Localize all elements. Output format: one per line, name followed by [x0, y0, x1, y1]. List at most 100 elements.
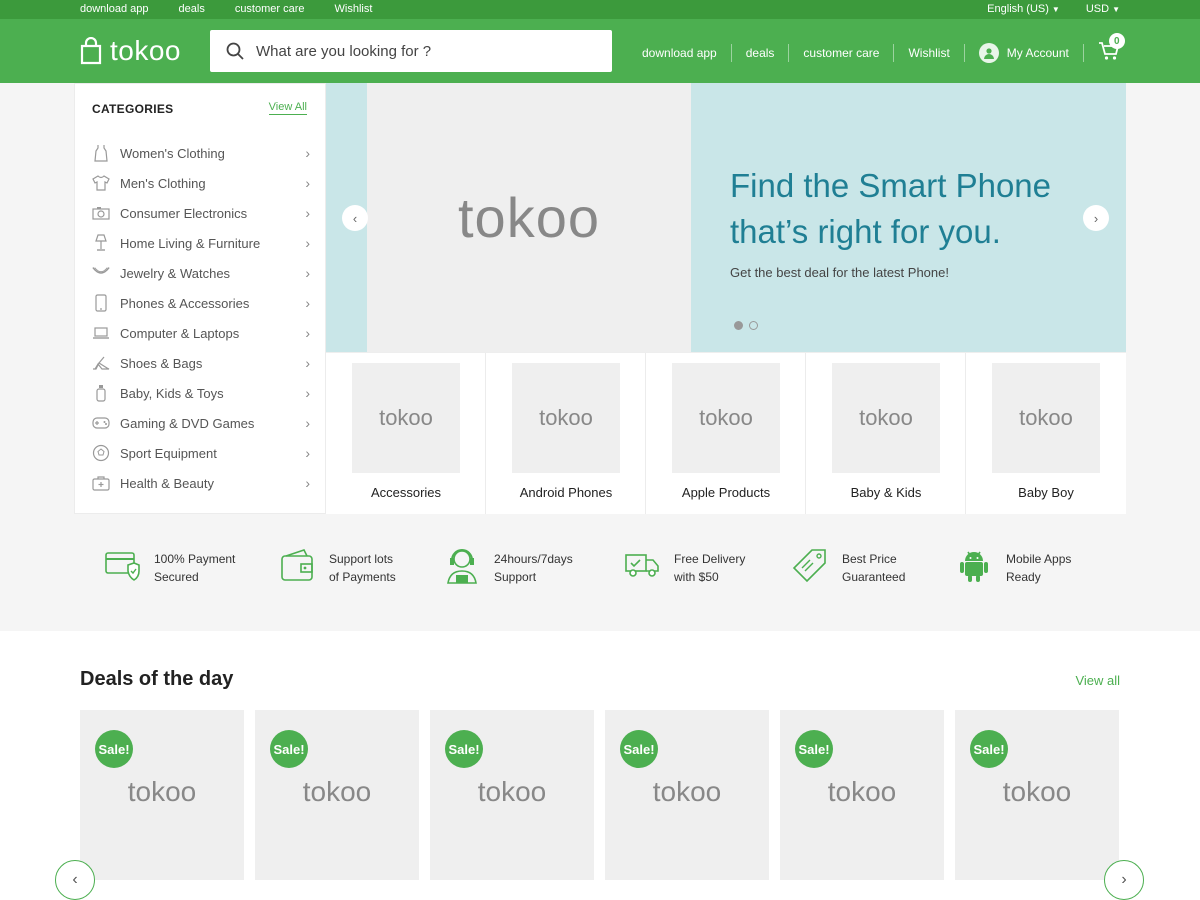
truck-icon [622, 545, 662, 585]
category-tile-accessories[interactable]: tokoo Accessories [326, 353, 486, 514]
wallet-icon [277, 545, 317, 585]
topbar-link-wishlist[interactable]: Wishlist [335, 3, 373, 15]
category-tile-android-phones[interactable]: tokoo Android Phones [486, 353, 646, 514]
deal-image-placeholder: tokoo [652, 776, 722, 807]
feature-line-1: Free Delivery [674, 552, 746, 566]
feature-free-delivery: Free Delivery with $50 [622, 545, 745, 586]
tile-label: Baby Boy [1018, 485, 1074, 500]
nav-deals[interactable]: deals [732, 43, 790, 62]
category-item-computer-laptops[interactable]: Computer & Laptops › [92, 318, 310, 348]
tile-label: Baby & Kids [850, 485, 922, 500]
feature-line-1: Best Price [842, 552, 897, 566]
category-label: Shoes & Bags [120, 355, 203, 371]
category-tile-baby-boy[interactable]: tokoo Baby Boy [966, 353, 1126, 514]
category-item-womens-clothing[interactable]: Women's Clothing › [92, 138, 310, 168]
feature-payment-secured: 100% Payment Secured [102, 545, 235, 586]
ball-icon [92, 444, 110, 462]
heel-icon [92, 354, 110, 372]
search-input[interactable] [256, 42, 576, 60]
slider-dot-2[interactable] [749, 321, 758, 330]
main-header: tokoo download app deals customer care W… [0, 19, 1200, 83]
feature-line-2: Guaranteed [842, 570, 906, 584]
shopping-bag-icon [80, 37, 102, 65]
site-logo[interactable]: tokoo [80, 35, 181, 67]
firstaid-icon [92, 474, 110, 492]
sale-badge: Sale! [795, 730, 833, 768]
chevron-right-icon: › [305, 265, 310, 281]
category-item-jewelry-watches[interactable]: Jewelry & Watches › [92, 258, 310, 288]
deals-next-button[interactable]: › [1104, 860, 1144, 900]
sale-badge: Sale! [970, 730, 1008, 768]
tile-image-placeholder: tokoo [832, 363, 940, 473]
deal-card[interactable]: Sale! tokoo [80, 710, 244, 880]
category-tile-apple-products[interactable]: tokoo Apple Products [646, 353, 806, 514]
currency-label: USD [1085, 3, 1110, 15]
category-label: Phones & Accessories [120, 295, 250, 311]
dress-icon [92, 144, 110, 162]
category-item-consumer-electronics[interactable]: Consumer Electronics › [92, 198, 310, 228]
my-account-label: My Account [1006, 45, 1069, 60]
cart-button[interactable]: 0 [1098, 33, 1125, 64]
deal-card[interactable]: Sale! tokoo [605, 710, 769, 880]
chevron-right-icon: › [305, 205, 310, 221]
language-selector[interactable]: English (US) ▼ [987, 3, 1060, 15]
chevron-right-icon: › [305, 475, 310, 491]
hero-prev-button[interactable]: ‹ [342, 205, 368, 231]
sale-badge: Sale! [95, 730, 133, 768]
sale-badge: Sale! [445, 730, 483, 768]
chevron-right-icon: › [305, 385, 310, 401]
deal-card[interactable]: Sale! tokoo [255, 710, 419, 880]
price-tag-icon [790, 545, 830, 585]
tile-label: Android Phones [519, 485, 613, 500]
slider-dots [734, 321, 758, 330]
category-item-phones-accessories[interactable]: Phones & Accessories › [92, 288, 310, 318]
phone-icon [92, 294, 110, 312]
nav-customer-care[interactable]: customer care [789, 43, 895, 62]
hero-banner[interactable]: tokoo Find the Smart Phone that’s right … [326, 83, 1126, 352]
deal-image-placeholder: tokoo [477, 776, 547, 807]
logo-text: tokoo [110, 35, 181, 66]
deals-section: Deals of the day View all Sale! tokoo Sa… [0, 631, 1200, 900]
top-bar: download app deals customer care Wishlis… [0, 0, 1200, 19]
categories-view-all-link[interactable]: View All [268, 101, 307, 115]
chevron-right-icon: › [1121, 871, 1127, 888]
chevron-right-icon: › [305, 325, 310, 341]
category-label: Sport Equipment [120, 445, 217, 461]
tile-image-placeholder: tokoo [672, 363, 780, 473]
category-item-mens-clothing[interactable]: Men's Clothing › [92, 168, 310, 198]
deal-card[interactable]: Sale! tokoo [780, 710, 944, 880]
gamepad-icon [92, 414, 110, 432]
topbar-link-deals[interactable]: deals [179, 3, 205, 15]
currency-selector[interactable]: USD ▼ [1086, 3, 1120, 15]
deal-card[interactable]: Sale! tokoo [955, 710, 1119, 880]
category-tile-baby-kids[interactable]: tokoo Baby & Kids [806, 353, 966, 514]
category-item-sport-equipment[interactable]: Sport Equipment › [92, 438, 310, 468]
topbar-link-customer-care[interactable]: customer care [235, 3, 305, 15]
categories-title: CATEGORIES [92, 102, 174, 116]
chevron-right-icon: › [305, 445, 310, 461]
hero-title: Find the Smart Phone that’s right for yo… [730, 163, 1110, 255]
category-label: Baby, Kids & Toys [120, 385, 224, 401]
slider-dot-1[interactable] [734, 321, 743, 330]
my-account-link[interactable]: My Account [965, 42, 1084, 63]
nav-download-app[interactable]: download app [628, 43, 732, 62]
hero-next-button[interactable]: › [1083, 205, 1109, 231]
chevron-left-icon: ‹ [352, 210, 358, 226]
deal-image-placeholder: tokoo [127, 776, 197, 807]
feature-line-2: Support [494, 570, 537, 584]
search-bar [210, 30, 612, 72]
feature-mobile-apps: Mobile Apps Ready [954, 545, 1071, 586]
category-item-shoes-bags[interactable]: Shoes & Bags › [92, 348, 310, 378]
search-icon[interactable] [226, 42, 244, 60]
category-item-home-living[interactable]: Home Living & Furniture › [92, 228, 310, 258]
nav-wishlist[interactable]: Wishlist [894, 43, 965, 62]
topbar-link-download-app[interactable]: download app [80, 3, 149, 15]
category-label: Health & Beauty [120, 475, 214, 491]
necklace-icon [92, 264, 110, 282]
category-item-gaming-dvd[interactable]: Gaming & DVD Games › [92, 408, 310, 438]
deal-card[interactable]: Sale! tokoo [430, 710, 594, 880]
deals-prev-button[interactable]: ‹ [55, 860, 95, 900]
deals-view-all-link[interactable]: View all [1075, 673, 1120, 688]
category-item-baby-kids-toys[interactable]: Baby, Kids & Toys › [92, 378, 310, 408]
category-item-health-beauty[interactable]: Health & Beauty › [92, 468, 310, 498]
